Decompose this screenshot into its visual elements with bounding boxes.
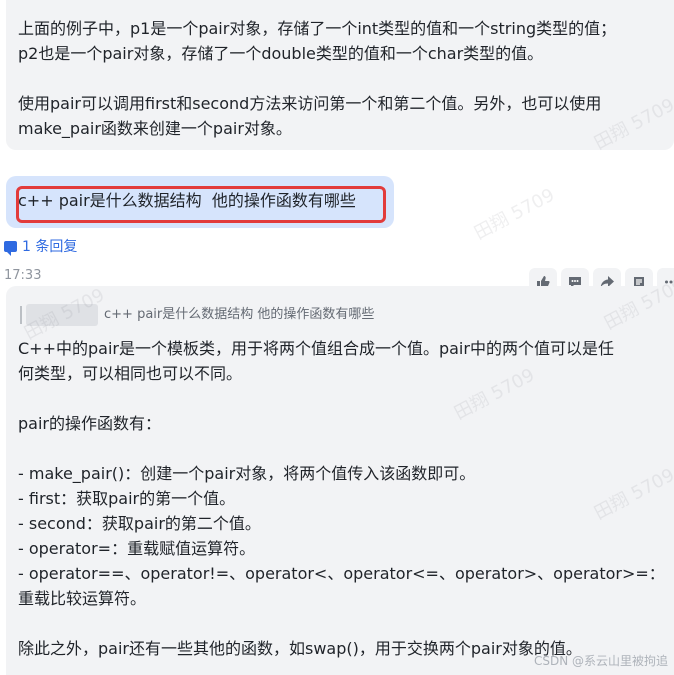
- answer-line: - second：获取pair的第二个值。: [18, 514, 261, 533]
- ai-answer-message: c++ pair是什么数据结构 他的操作函数有哪些 C++中的pair是一个模板…: [6, 286, 674, 675]
- user-question-bubble[interactable]: c++ pair是什么数据结构 他的操作函数有哪些: [6, 176, 394, 228]
- answer-line: 何类型，可以相同也可以不同。: [18, 364, 243, 383]
- message-line: make_pair函数来创建一个pair对象。: [18, 119, 292, 138]
- answer-line: 除此之外，pair还有一些其他的函数，如swap()，用于交换两个pair对象的…: [18, 639, 582, 658]
- quote-bar: [20, 306, 22, 324]
- message-timestamp: 17:33: [4, 268, 42, 283]
- answer-line: pair的操作函数有：: [18, 414, 161, 433]
- ai-message-previous: 上面的例子中，p1是一个pair对象，存储了一个int类型的值和一个string…: [6, 0, 674, 150]
- reply-count-link[interactable]: 1 条回复: [4, 236, 77, 256]
- reply-bubble-icon: [4, 240, 17, 256]
- message-line: 使用pair可以调用first和second方法来访问第一个和第二个值。另外，也…: [18, 94, 602, 113]
- answer-line: 重载比较运算符。: [18, 589, 147, 608]
- answer-line: - make_pair()：创建一个pair对象，将两个值传入该函数即可。: [18, 464, 476, 483]
- answer-line: C++中的pair是一个模板类，用于将两个值组合成一个值。pair中的两个值可以…: [18, 339, 614, 358]
- answer-line: - operator=：重载赋值运算符。: [18, 539, 256, 558]
- message-line: p2也是一个pair对象，存储了一个double类型的值和一个char类型的值。: [18, 44, 544, 63]
- csdn-footer: CSDN @系云山里被拘追: [533, 654, 668, 668]
- message-line: 上面的例子中，p1是一个pair对象，存储了一个int类型的值和一个string…: [18, 19, 617, 38]
- watermark: 田翔 5709: [470, 184, 559, 245]
- red-highlight-box: [16, 186, 386, 223]
- quoted-question: c++ pair是什么数据结构 他的操作函数有哪些: [104, 307, 375, 322]
- answer-line: - first：获取pair的第一个值。: [18, 489, 236, 508]
- reply-count-label: 1 条回复: [22, 239, 78, 255]
- blurred-sender-name: [26, 304, 98, 326]
- answer-line: - operator==、operator!=、operator<、operat…: [18, 564, 665, 583]
